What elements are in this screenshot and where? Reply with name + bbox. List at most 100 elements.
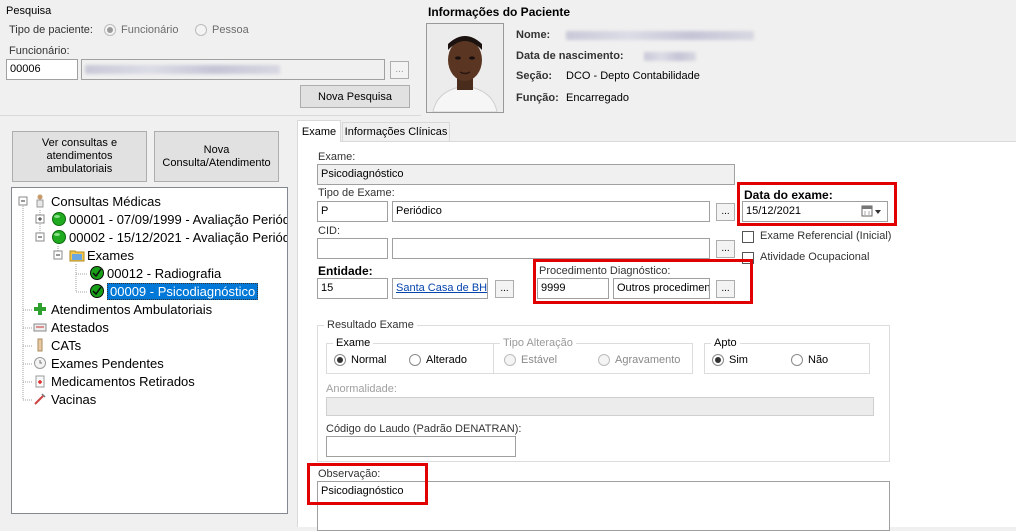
tree-exam-psicodiagnostico[interactable]: 00009 - Psicodiagnóstico: [89, 282, 259, 300]
tree-pending-exams-label: Exames Pendentes: [51, 355, 164, 371]
exam-date-field[interactable]: 15/12/2021: [742, 201, 888, 222]
new-search-button[interactable]: Nova Pesquisa: [300, 85, 410, 108]
cid-code-field[interactable]: [317, 238, 388, 259]
green-circle-icon: [51, 212, 66, 226]
abnormality-field[interactable]: [326, 397, 874, 416]
exam-label: Exame:: [318, 151, 356, 163]
procedure-lookup-button[interactable]: ...: [716, 280, 735, 298]
occupational-label: Atividade Ocupacional: [760, 251, 870, 263]
exam-type-code-field[interactable]: P: [317, 201, 388, 222]
procedure-name-field[interactable]: Outros procedimentos: [613, 278, 710, 299]
employee-radio[interactable]: [104, 24, 116, 36]
worsening-radio[interactable]: [598, 354, 610, 366]
tree-certificates[interactable]: Atestados: [33, 318, 109, 336]
exam-type-name-field[interactable]: Periódico: [392, 201, 710, 222]
patient-type-label: Tipo de paciente:: [9, 24, 93, 36]
result-group: Resultado Exame Exame Normal Alterado Ti…: [317, 319, 890, 462]
green-circle-icon: [51, 230, 66, 244]
doctor-icon: [33, 194, 47, 208]
tree-consult-1-label: 00001 - 07/09/1999 - Avaliação Periódica: [69, 211, 288, 227]
patient-info-panel: Informações do Paciente Nome: Data de na…: [420, 0, 1016, 115]
normal-radio[interactable]: [334, 354, 346, 366]
role-label: Função:: [516, 92, 559, 104]
employee-radio-label: Funcionário: [121, 24, 179, 36]
clock-icon: [33, 356, 47, 370]
entity-name-link[interactable]: Santa Casa de BH: [396, 282, 487, 294]
tab-exam[interactable]: Exame: [297, 120, 341, 142]
tree-exams-folder[interactable]: Exames: [69, 246, 134, 264]
tree-cats[interactable]: CATs: [33, 336, 81, 354]
alteration-type-group: Tipo Alteração Estável Agravamento: [493, 337, 693, 374]
cid-lookup-button[interactable]: ...: [716, 240, 735, 258]
normal-radio-label: Normal: [351, 354, 387, 366]
tree-exam-radiografia[interactable]: 00012 - Radiografia: [89, 264, 221, 282]
procedure-code-field[interactable]: 9999: [537, 278, 609, 299]
birth-label: Data de nascimento:: [516, 50, 624, 62]
calendar-icon[interactable]: [861, 205, 883, 218]
reference-exam-label: Exame Referencial (Inicial): [760, 230, 892, 242]
altered-radio[interactable]: [409, 354, 421, 366]
tree-ambulatory[interactable]: Atendimentos Ambulatoriais: [33, 300, 212, 318]
fit-group-title: Apto: [711, 337, 740, 349]
fit-group: Apto Sim Não: [704, 337, 870, 374]
exam-type-lookup-button[interactable]: ...: [716, 203, 735, 221]
observation-textarea[interactable]: Psicodiagnóstico: [317, 481, 890, 531]
syringe-icon: [33, 392, 47, 406]
section-value: DCO - Depto Contabilidade: [566, 70, 700, 82]
tree-consult-1[interactable]: 00001 - 07/09/1999 - Avaliação Periódica: [51, 210, 288, 228]
observation-text: Psicodiagnóstico: [321, 485, 404, 497]
exam-type-label: Tipo de Exame:: [318, 187, 395, 199]
section-label: Seção:: [516, 70, 553, 82]
reference-exam-checkbox[interactable]: [742, 231, 754, 243]
patient-info-title: Informações do Paciente: [428, 5, 571, 19]
redacted-patient-name: [566, 31, 754, 40]
abnormality-label: Anormalidade:: [326, 383, 397, 395]
medicine-icon: [33, 374, 47, 388]
employee-label: Funcionário:: [9, 45, 70, 57]
tab-exam-label: Exame: [301, 125, 337, 138]
search-panel: Pesquisa Tipo de paciente: Funcionário P…: [0, 0, 421, 116]
role-value: Encarregado: [566, 92, 629, 104]
redacted-name: [85, 65, 280, 74]
fit-yes-radio[interactable]: [712, 354, 724, 366]
fit-yes-label: Sim: [729, 354, 748, 366]
stable-radio[interactable]: [504, 354, 516, 366]
alteration-type-title: Tipo Alteração: [500, 337, 576, 349]
green-check-icon: [89, 266, 104, 280]
tree-certificates-label: Atestados: [51, 319, 109, 335]
tree-medications[interactable]: Medicamentos Retirados: [33, 372, 195, 390]
tree-consult-2[interactable]: 00002 - 15/12/2021 - Avaliação Periódica: [51, 228, 288, 246]
green-cross-icon: [33, 302, 47, 316]
worsening-radio-label: Agravamento: [615, 354, 681, 366]
exam-date-label: Data do exame:: [744, 188, 833, 202]
new-consult-button[interactable]: Nova Consulta/Atendimento: [154, 131, 279, 182]
person-radio[interactable]: [195, 24, 207, 36]
occupational-checkbox[interactable]: [742, 252, 754, 264]
employee-lookup-button[interactable]: ...: [390, 61, 409, 79]
certificate-icon: [33, 320, 47, 334]
bandage-icon: [33, 338, 47, 352]
entity-code-field[interactable]: 15: [317, 278, 388, 299]
procedure-label: Procedimento Diagnóstico:: [539, 265, 671, 277]
tree-pending-exams[interactable]: Exames Pendentes: [33, 354, 164, 372]
entity-name-field[interactable]: Santa Casa de BH: [392, 278, 488, 299]
tree-vaccines[interactable]: Vacinas: [33, 390, 96, 408]
altered-radio-label: Alterado: [426, 354, 467, 366]
fit-no-radio[interactable]: [791, 354, 803, 366]
entity-lookup-button[interactable]: ...: [495, 280, 514, 298]
tree-exam-radiografia-label: 00012 - Radiografia: [107, 265, 222, 281]
view-consults-button[interactable]: Ver consultas e atendimentos ambulatoria…: [12, 131, 147, 182]
cid-name-field[interactable]: [392, 238, 710, 259]
exam-result-group: Exame Normal Alterado: [326, 337, 494, 374]
tree-consults-root[interactable]: Consultas Médicas: [33, 192, 161, 210]
cid-label: CID:: [318, 225, 340, 237]
patient-photo: [426, 23, 504, 113]
entity-label: Entidade:: [318, 264, 373, 278]
employee-name-field[interactable]: [81, 59, 385, 80]
exam-form-panel: Exame: Psicodiagnóstico Tipo de Exame: P…: [297, 141, 1016, 531]
report-code-field[interactable]: [326, 436, 516, 457]
tree-consult-2-label: 00002 - 15/12/2021 - Avaliação Periódica: [69, 229, 288, 245]
employee-code-field[interactable]: 00006: [6, 59, 78, 80]
exam-field[interactable]: Psicodiagnóstico: [317, 164, 735, 185]
tab-clinical-info[interactable]: Informações Clínicas: [342, 122, 450, 141]
